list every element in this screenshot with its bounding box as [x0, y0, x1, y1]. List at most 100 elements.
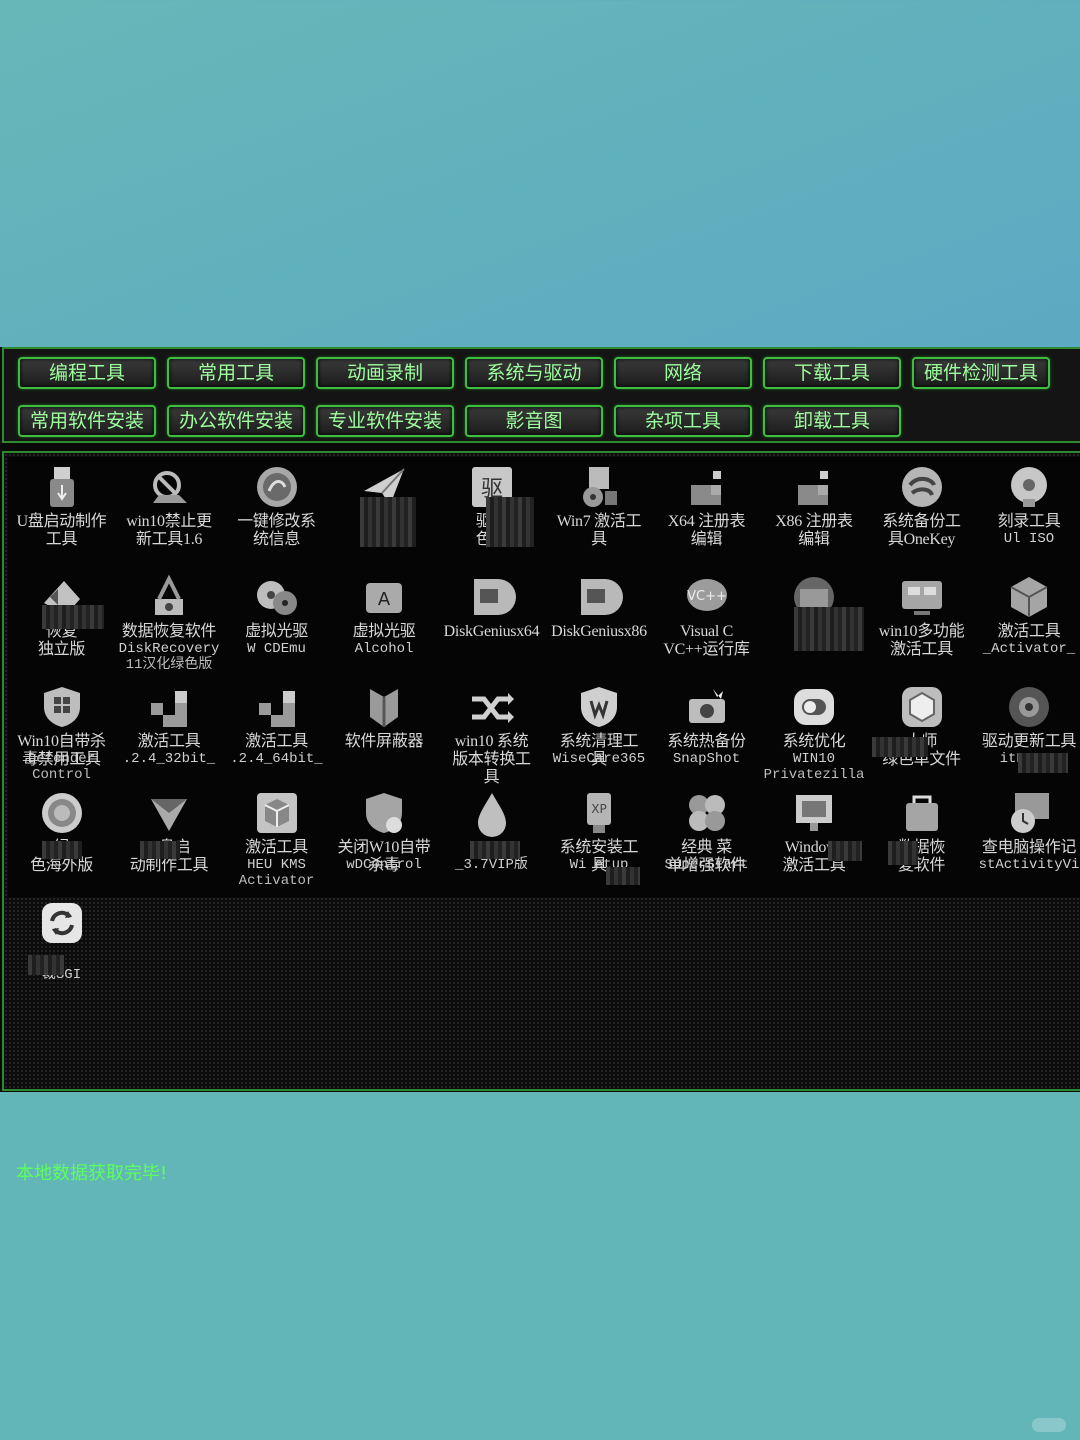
tool-tile[interactable]: 数据恢复软件 DiskRecovery 11汉化绿色版	[116, 567, 223, 675]
tool-grid: U盘启动制作 工具win10禁止更 新工具1.6一键修改系 统信息Win 激 活…	[8, 457, 1080, 983]
category-tab-4[interactable]: 网络	[614, 357, 752, 389]
tool-tile[interactable]: DiskGeniusx86	[546, 567, 653, 675]
tool-tile[interactable]: Win10自带杀 毒禁用工具 Defender Control	[8, 677, 115, 785]
tool-sublabel-2: Privatezilla	[763, 767, 865, 783]
gear-driver-icon	[1005, 683, 1053, 731]
tool-tile[interactable]: 一键修改系 统信息	[223, 457, 330, 565]
category-tab-1[interactable]: 常用工具	[167, 357, 305, 389]
tool-tile[interactable]: 大师 绿色单文件	[868, 677, 975, 785]
category-tab-9[interactable]: 专业软件安装	[316, 405, 454, 437]
category-tab-3[interactable]: 系统与驱动	[465, 357, 603, 389]
tool-tile[interactable]: _3.7VIP版	[438, 783, 545, 891]
redaction-mosaic	[888, 841, 918, 865]
tool-tile[interactable]: 系统备份工 具OneKey	[868, 457, 975, 565]
tool-label: 激活工具	[997, 623, 1061, 640]
tool-tile[interactable]: 激活工具 _Activator_	[976, 567, 1080, 675]
tool-tile[interactable]: win10 系统 版本转换工 具	[438, 677, 545, 785]
tool-label: 驱动更新工具	[981, 733, 1077, 750]
tool-label: 激活工具	[137, 733, 201, 750]
tool-tile[interactable]: win10多功能 激活工具	[868, 567, 975, 675]
origami-icon	[145, 789, 193, 837]
recovery-box-icon	[898, 789, 946, 837]
tool-label: 系统备份工 具OneKey	[882, 513, 961, 548]
category-tab-12[interactable]: 卸载工具	[763, 405, 901, 437]
category-tab-0[interactable]: 编程工具	[18, 357, 156, 389]
tool-label: win10 系统 版本转换工 具	[452, 733, 531, 785]
category-toolbar: 编程工具 常用工具 动画录制 系统与驱动 网络 下载工具 硬件检测工具常用软件安装 办公软件安…	[2, 347, 1080, 443]
tool-sublabel: .2.4_32bit_	[122, 751, 216, 767]
category-tab-8[interactable]: 办公软件安装	[167, 405, 305, 437]
tool-label: 系统优化	[782, 733, 846, 750]
round-button-icon	[38, 789, 86, 837]
tool-label: 刻录工具	[997, 513, 1061, 530]
tool-tile[interactable]: 绿 色海外版	[8, 783, 115, 891]
refresh-icon	[38, 899, 86, 947]
background-bottom	[0, 1092, 1080, 1440]
tool-tile[interactable]: 数据恢 复软件	[868, 783, 975, 891]
redaction-mosaic	[1018, 753, 1068, 773]
tool-sublabel: _Activator_	[982, 641, 1076, 657]
onekey-backup-icon	[898, 463, 946, 511]
toggle-icon	[790, 683, 838, 731]
wisecare-icon	[575, 683, 623, 731]
tool-label: 查电脑操作记	[981, 839, 1077, 856]
tool-tile[interactable]: 经典 菜 单增强软件 SuperStart	[653, 783, 760, 891]
tool-label: 激活工具	[245, 839, 308, 856]
tool-tile[interactable]: 系统清理工 具 WiseCare365	[546, 677, 653, 785]
category-tab-2[interactable]: 动画录制	[316, 357, 454, 389]
tool-tile[interactable]: 系统优化 WIN10 Privatezilla	[761, 677, 868, 785]
tool-tile[interactable]: 系统热备份 SnapShot	[653, 677, 760, 785]
tool-tile[interactable]: 关闭W10自带 杀毒 wDControl	[331, 783, 438, 891]
snapshot-icon	[683, 683, 731, 731]
clock-monitor-icon	[1005, 789, 1053, 837]
tool-sublabel: _3.7VIP版	[455, 857, 528, 873]
tool-sublabel-2: Control	[32, 767, 91, 783]
tool-label: DiskGeniusx86	[551, 623, 647, 640]
redaction-mosaic	[42, 841, 82, 859]
tool-tile[interactable]: U盘启动制作 工具	[8, 457, 115, 565]
tool-sublabel: stActivityVi	[978, 857, 1080, 873]
defender-close-icon	[360, 789, 408, 837]
tool-tile[interactable]: 激活工具 .2.4_64bit_	[223, 677, 330, 785]
category-tab-7[interactable]: 常用软件安装	[18, 405, 156, 437]
tool-sublabel: wDControl	[346, 857, 422, 873]
clover-icon	[683, 789, 731, 837]
tool-tile[interactable]: 激活工具 .2.4_32bit_	[116, 677, 223, 785]
tool-tile[interactable]: 刻录工具 Ul ISO	[976, 457, 1080, 565]
redaction-mosaic	[828, 841, 862, 861]
tool-label: Win7 激活工 具	[556, 513, 642, 548]
no-update-icon	[145, 463, 193, 511]
svg-text:XP: XP	[591, 802, 606, 816]
tool-tile[interactable]: X64 注册表 编辑	[653, 457, 760, 565]
tool-tile[interactable]: 软件屏蔽器	[331, 677, 438, 785]
disc-activate-icon	[575, 463, 623, 511]
cube-box-icon	[253, 789, 301, 837]
tool-tile[interactable]: Win7 激活工 具	[546, 457, 653, 565]
windows-blocks-icon	[145, 683, 193, 731]
category-tab-10[interactable]: 影音图	[465, 405, 603, 437]
tool-sublabel: WiseCare365	[552, 751, 646, 767]
redaction-mosaic	[794, 607, 864, 651]
tool-tile[interactable]: 查电脑操作记 stActivityVi	[976, 783, 1080, 891]
tool-tile[interactable]: VC++ Visual C VC++运行库	[653, 567, 760, 675]
tool-tile[interactable]: 裁SGI	[8, 893, 115, 1001]
tool-tile[interactable]: X86 注册表 编辑	[761, 457, 868, 565]
tool-tile[interactable]: 激活工具 HEU KMS Activator	[223, 783, 330, 891]
tool-label: 激活工具	[245, 733, 308, 750]
category-tab-11[interactable]: 杂项工具	[614, 405, 752, 437]
data-recovery-icon	[145, 573, 193, 621]
tool-tile[interactable]: Windows 激活工具	[761, 783, 868, 891]
tool-tile[interactable]: win10禁止更 新工具1.6	[116, 457, 223, 565]
alcohol-icon: A	[360, 573, 408, 621]
category-tab-6[interactable]: 硬件检测工具	[912, 357, 1050, 389]
tool-tile[interactable]: 虚拟光驱 W CDEmu	[223, 567, 330, 675]
tool-sublabel: SuperStart	[664, 857, 749, 873]
tool-sublabel: HEU KMS	[247, 857, 306, 873]
tool-tile[interactable]: U盘启 动制作工具	[116, 783, 223, 891]
tool-label: win10多功能 激活工具	[878, 623, 965, 658]
burn-disc-icon	[1005, 463, 1053, 511]
box-activate-icon	[1005, 573, 1053, 621]
tool-tile[interactable]: A 虚拟光驱 Alcohol	[331, 567, 438, 675]
category-tab-5[interactable]: 下载工具	[763, 357, 901, 389]
tool-tile[interactable]: DiskGeniusx64	[438, 567, 545, 675]
